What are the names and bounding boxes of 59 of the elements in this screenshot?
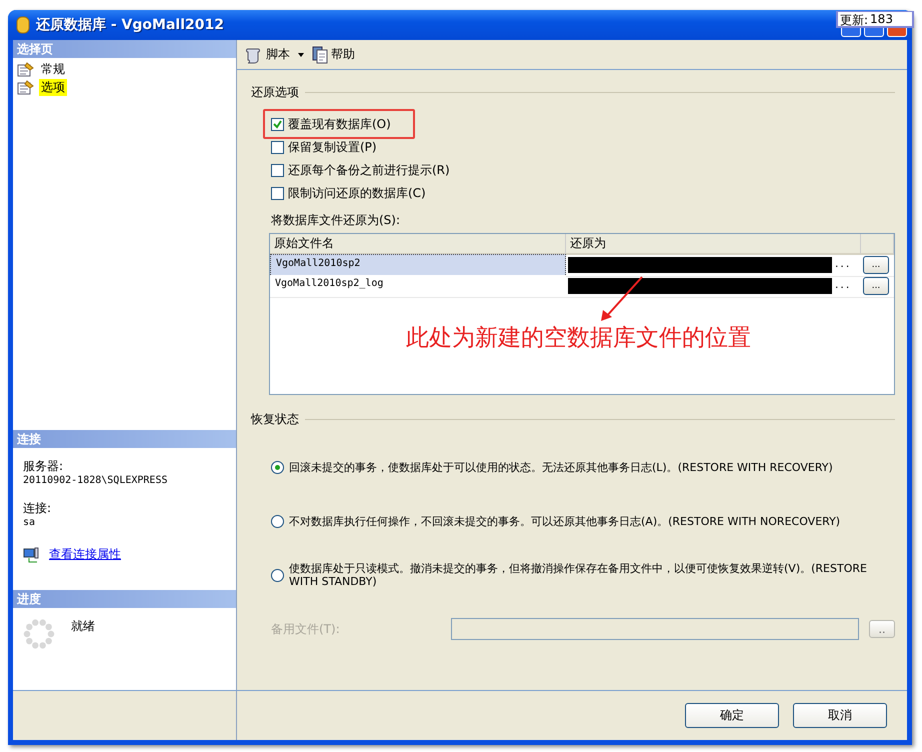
dialog-button[interactable]: 取消 [793, 703, 887, 728]
checkbox[interactable] [271, 186, 284, 200]
page-icon [17, 62, 35, 76]
annotation-text: 此处为新建的空数据库文件的位置 [406, 324, 751, 353]
minimize-icon[interactable] [841, 27, 861, 37]
login-label: 连接: [23, 500, 52, 517]
toolbar-button[interactable]: 帮助 [312, 46, 355, 64]
column-header: 还原为 [566, 234, 861, 255]
computer-icon [23, 546, 39, 562]
checkbox-label: 保留复制设置(P) [288, 138, 377, 156]
sidebar-item[interactable]: 常规 [39, 60, 67, 78]
checkmark-icon [273, 120, 282, 128]
update-label: 更新: [840, 12, 868, 26]
checkbox[interactable] [271, 164, 284, 176]
server-name: 20110902-1828\SQLEXPRESS [23, 475, 168, 486]
connection-properties-link[interactable]: 查看连接属性 [49, 546, 121, 563]
progress-status: 就绪 [71, 618, 95, 635]
table-cell: VgoMall2010sp2 [270, 254, 566, 277]
toolbar-button[interactable]: 脚本 [245, 46, 290, 64]
radio-button[interactable] [271, 568, 284, 582]
group-title: 恢复状态 [251, 411, 299, 428]
server-label: 服务器: [23, 458, 64, 475]
checkbox-label: 还原每个备份之前进行提示(R) [288, 162, 450, 178]
maximize-icon[interactable] [864, 27, 884, 37]
close-icon[interactable] [887, 27, 907, 37]
browse-button[interactable]: ... [863, 277, 889, 295]
caret-icon [298, 52, 304, 56]
checkbox[interactable] [271, 118, 284, 130]
ellipsis: ... [834, 260, 850, 270]
page-icon [17, 80, 35, 94]
document-icon [312, 46, 328, 64]
sidebar-item[interactable]: 选项 [39, 78, 67, 96]
radio-button[interactable] [271, 460, 284, 474]
spinner-icon [23, 618, 55, 650]
column-header: 原始文件名 [270, 234, 566, 255]
panel-header: 选择页 [13, 40, 236, 58]
checkbox-label: 覆盖现有数据库(O) [288, 116, 391, 132]
scroll-icon [245, 46, 263, 64]
table-cell: VgoMall2010sp2_log [270, 275, 566, 298]
login-name: sa [23, 517, 36, 528]
arrow [600, 276, 644, 322]
radio-label: 回滚未提交的事务，使数据库处于可以使用的状态。无法还原其他事务日志(L)。(RESTORE WITH RECOVERY) [289, 460, 834, 474]
panel-header: 进度 [13, 590, 236, 608]
database-icon [16, 15, 30, 35]
radio-label: 使数据库处于只读模式。撤消未提交的事务，但将撤消操作保存在备用文件中，以便可使恢复效果逆转(V)。(RESTORE WITH STANDBY) [289, 562, 868, 588]
window-title: 还原数据库 - VgoMall2012 [36, 16, 224, 34]
column-header [861, 234, 894, 255]
dialog-button[interactable]: 确定 [685, 703, 779, 728]
checkbox-label: 限制访问还原的数据库(C) [288, 184, 426, 202]
radio-label: 不对数据库执行任何操作，不回滚未提交的事务。可以还原其他事务日志(A)。(RESTORE WITH NORECOVERY) [289, 514, 842, 528]
radio-button[interactable] [271, 514, 284, 528]
panel-header: 连接 [13, 430, 236, 448]
ellipsis: ... [834, 281, 850, 291]
update-value: 183 [870, 12, 893, 26]
standby-label: 备用文件(T): [271, 620, 341, 638]
group-title: 还原选项 [251, 84, 299, 101]
checkbox[interactable] [271, 140, 284, 154]
browse-button[interactable]: ... [863, 256, 889, 274]
files-label: 将数据库文件还原为(S): [271, 212, 402, 229]
